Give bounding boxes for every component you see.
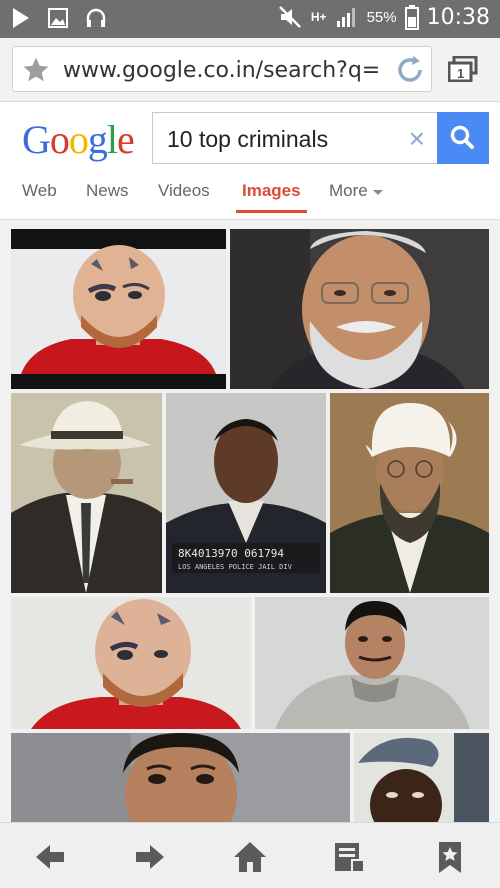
url-field[interactable]: www.google.co.in/search?q= — [12, 46, 432, 92]
tab-images-label: Images — [242, 181, 301, 200]
browser-bottom-bar — [0, 822, 500, 888]
headphones-icon — [86, 8, 106, 27]
tab-more[interactable]: More — [329, 181, 384, 201]
network-type: H+ — [310, 10, 327, 24]
search-icon — [450, 125, 474, 149]
status-bar: H+ 55% 10:38 — [0, 0, 500, 38]
play-icon — [13, 8, 29, 28]
search-button[interactable] — [437, 112, 489, 164]
mugshot-sign-line2: LOS ANGELES POLICE JAIL DIV — [178, 563, 293, 571]
tabs-icon[interactable]: 1 — [448, 56, 478, 82]
chevron-down-icon — [373, 189, 384, 195]
svg-text:1: 1 — [457, 66, 464, 81]
google-logo[interactable]: Google — [22, 116, 135, 163]
reader-icon[interactable] — [332, 839, 368, 875]
image-results: 8K4013970 061794 LOS ANGELES POLICE JAIL… — [0, 220, 500, 822]
forward-icon[interactable] — [132, 839, 168, 875]
bookmark-icon[interactable] — [432, 839, 468, 875]
man-in-jacket-photo[interactable] — [255, 597, 489, 729]
active-tab-indicator — [236, 210, 307, 213]
back-icon[interactable] — [32, 839, 68, 875]
young-man-photo[interactable] — [11, 733, 350, 822]
google-header: Google 10 top criminals × Web News Video… — [0, 102, 500, 220]
search-tabs: Web News Videos Images More — [0, 176, 500, 220]
star-icon[interactable] — [21, 55, 51, 85]
tab-images[interactable]: Images — [236, 181, 307, 213]
search-input[interactable]: 10 top criminals × — [152, 112, 438, 164]
home-icon[interactable] — [232, 839, 268, 875]
tab-web[interactable]: Web — [22, 181, 57, 201]
reload-icon[interactable] — [393, 53, 427, 87]
url-text[interactable]: www.google.co.in/search?q= — [63, 58, 393, 83]
clock: 10:38 — [426, 4, 490, 30]
man-in-turban-photo[interactable] — [330, 393, 489, 593]
mute-icon — [278, 6, 301, 28]
tab-videos[interactable]: Videos — [158, 181, 210, 201]
man-in-fedora-photo[interactable] — [11, 393, 162, 593]
image-icon — [48, 8, 68, 28]
clear-icon[interactable]: × — [409, 123, 425, 155]
signal-icon — [336, 8, 355, 27]
tab-more-label: More — [329, 181, 368, 200]
browser-toolbar: www.google.co.in/search?q= 1 — [0, 38, 500, 102]
search-query[interactable]: 10 top criminals — [167, 126, 328, 153]
battery-icon — [404, 5, 419, 30]
tattooed-man-photo-2[interactable] — [11, 597, 251, 729]
battery-percent: 55% — [366, 8, 397, 26]
mugshot-photo[interactable]: 8K4013970 061794 LOS ANGELES POLICE JAIL… — [166, 393, 326, 593]
white-bearded-man-photo[interactable] — [230, 229, 489, 389]
tattooed-man-photo[interactable] — [11, 229, 226, 389]
man-in-beret-photo[interactable] — [354, 733, 489, 822]
tab-news[interactable]: News — [86, 181, 129, 201]
mugshot-sign-line1: 8K4013970 061794 — [178, 547, 284, 560]
